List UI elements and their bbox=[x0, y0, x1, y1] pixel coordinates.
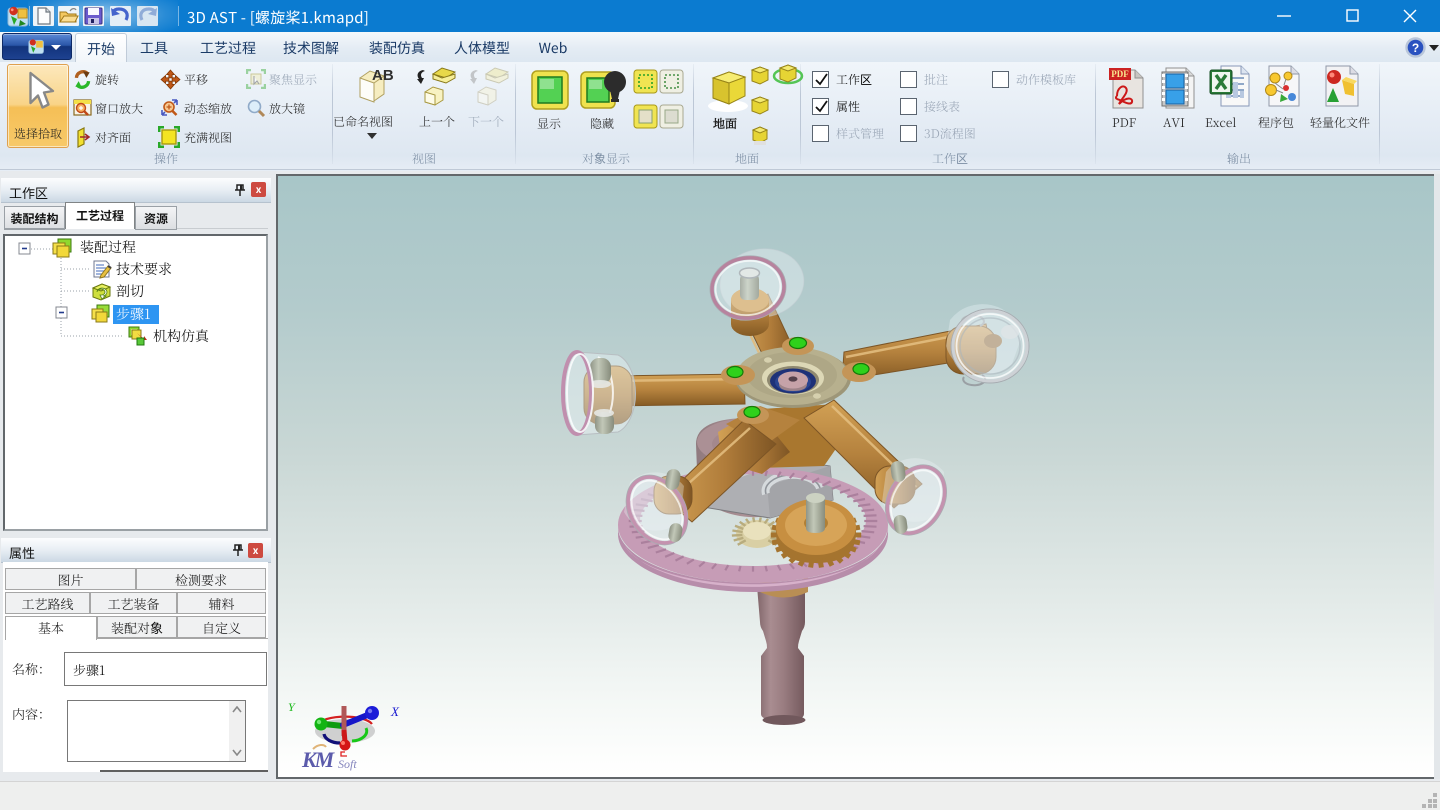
svg-text:剖切: 剖切 bbox=[116, 281, 144, 301]
svg-text:步骤1: 步骤1 bbox=[116, 304, 151, 324]
svg-text:技术要求: 技术要求 bbox=[116, 259, 172, 279]
svg-text:Soft: Soft bbox=[338, 757, 357, 771]
svg-text:Y: Y bbox=[288, 700, 296, 714]
svg-text:?: ? bbox=[1412, 41, 1419, 55]
svg-text:机构仿真: 机构仿真 bbox=[153, 326, 210, 346]
svg-text:X: X bbox=[390, 704, 400, 719]
svg-text:AB: AB bbox=[372, 67, 394, 84]
svg-text:KM: KM bbox=[301, 747, 336, 772]
svg-text:PDF: PDF bbox=[1111, 69, 1129, 79]
svg-text:装配过程: 装配过程 bbox=[80, 237, 136, 257]
